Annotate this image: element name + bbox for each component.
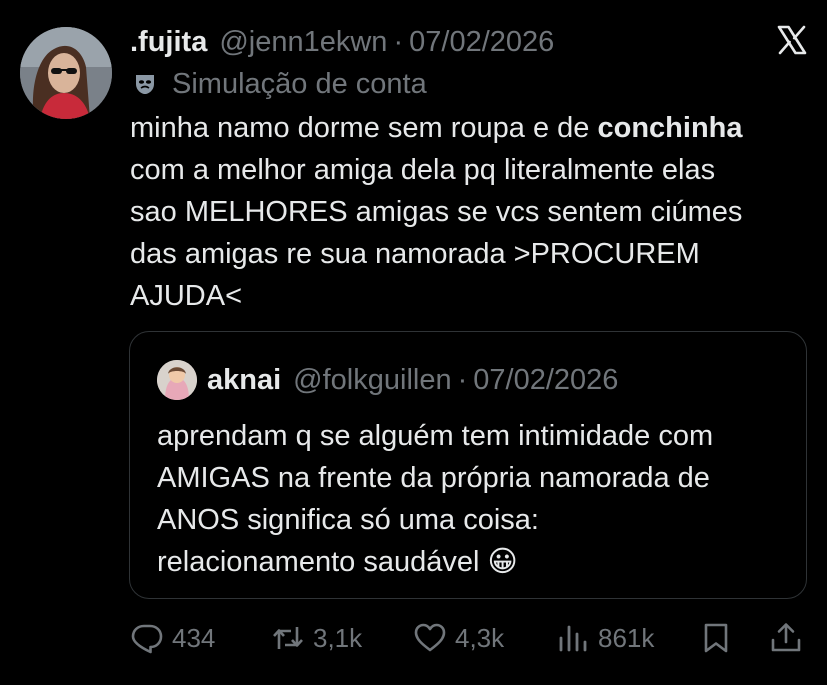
account-label-text: Simulação de conta [172, 67, 427, 100]
repost-icon [273, 627, 303, 649]
reply-icon [131, 624, 163, 654]
quoted-author-avatar[interactable] [157, 360, 197, 400]
share-icon [771, 623, 801, 652]
repost-count: 3,1k [313, 622, 363, 653]
quoted-author-name[interactable]: aknai [207, 364, 281, 397]
views-icon [559, 625, 587, 652]
grinning-emoji: 😀 [487, 546, 518, 578]
avatar-photo [20, 27, 112, 119]
reply-button[interactable]: 434 [130, 617, 215, 659]
header-separator: · [393, 25, 404, 58]
post-text-line: das amigas re sua namorada >PROCUREM [130, 238, 700, 270]
bookmark-icon [704, 623, 728, 653]
quoted-post-date[interactable]: 07/02/2026 [473, 364, 618, 397]
quoted-text-line: AMIGAS na frente da própria namorada de [157, 462, 710, 494]
post-date[interactable]: 07/02/2026 [409, 26, 554, 59]
quoted-avatar-photo [157, 360, 197, 400]
views-button[interactable]: 861k [556, 617, 654, 659]
quoted-post-header: aknai @folkguillen · 07/02/2026 [157, 360, 618, 400]
quoted-text-line: relacionamento saudável 😀 [157, 541, 713, 583]
post-header: .fujita @jenn1ekwn · 07/02/2026 [130, 24, 554, 60]
share-button[interactable] [769, 617, 803, 659]
post-text-line: com a melhor amiga dela pq literalmente … [130, 154, 716, 186]
like-icon [414, 623, 446, 652]
author-name[interactable]: .fujita [130, 26, 207, 59]
post-text-line: AJUDA< [130, 280, 243, 312]
x-logo-icon [776, 24, 808, 56]
author-handle[interactable]: @jenn1ekwn [219, 26, 387, 59]
quoted-author-handle[interactable]: @folkguillen [293, 364, 451, 397]
like-count: 4,3k [455, 622, 505, 653]
bookmark-button[interactable] [699, 617, 733, 659]
post-text-segment: minha namo dorme sem roupa e de [130, 112, 598, 144]
reply-count: 434 [172, 622, 216, 653]
repost-button[interactable]: 3,1k [271, 617, 362, 659]
post-text-bold: conchinha [597, 112, 743, 144]
quoted-text-line: aprendam q se alguém tem intimidade com [157, 420, 714, 452]
post-text-line: sao MELHORES amigas se vcs sentem ciúmes [130, 196, 743, 228]
account-label: Simulação de conta [130, 66, 427, 102]
like-button[interactable]: 4,3k [413, 617, 504, 659]
quoted-post[interactable]: aknai @folkguillen · 07/02/2026 aprendam… [129, 331, 807, 599]
quoted-header-separator: · [457, 363, 468, 396]
quoted-text-segment: relacionamento saudável [157, 546, 480, 578]
post-text-line: minha namo dorme sem roupa e de conchinh… [130, 107, 810, 149]
action-bar: 434 3,1k 4,3k 861k [128, 617, 808, 659]
quoted-text-line: ANOS significa só uma coisa: [157, 504, 539, 536]
views-count: 861k [598, 622, 655, 653]
mask-icon [136, 75, 154, 94]
post-text: minha namo dorme sem roupa e de conchinh… [130, 107, 810, 317]
quoted-post-text: aprendam q se alguém tem intimidade com … [157, 415, 713, 583]
author-avatar[interactable] [20, 27, 112, 119]
